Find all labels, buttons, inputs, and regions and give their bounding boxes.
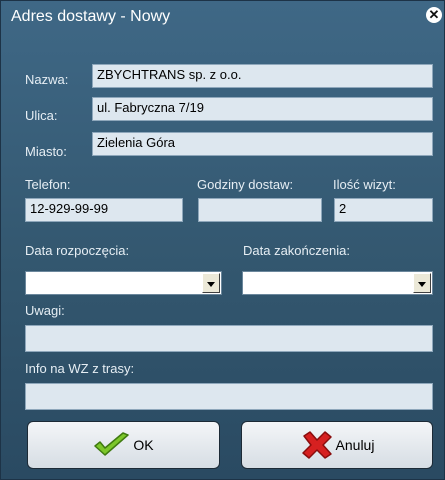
data-zakonczenia-select[interactable]	[242, 271, 433, 295]
chevron-down-icon[interactable]	[202, 273, 220, 293]
data-rozpoczecia-select[interactable]	[25, 271, 222, 295]
ulica-field[interactable]: ul. Fabryczna 7/19	[92, 97, 433, 121]
info-wz-label: Info na WZ z trasy:	[25, 361, 135, 376]
godziny-label: Godziny dostaw:	[197, 177, 294, 192]
miasto-label: Miasto:	[25, 144, 67, 159]
checkmark-icon	[94, 432, 130, 456]
close-icon[interactable]: ✕	[426, 7, 442, 23]
nazwa-field[interactable]: ZBYCHTRANS sp. z o.o.	[92, 64, 433, 88]
uwagi-label: Uwagi:	[25, 303, 65, 318]
data-rozpoczecia-label: Data rozpoczęcia:	[25, 243, 130, 258]
data-zakonczenia-label: Data zakończenia:	[243, 243, 350, 258]
cancel-button[interactable]: Anuluj	[241, 421, 433, 469]
uwagi-field[interactable]	[25, 325, 433, 352]
chevron-down-icon[interactable]	[413, 273, 431, 293]
info-wz-field[interactable]	[25, 383, 433, 410]
ilosc-label: Ilość wizyt:	[333, 177, 396, 192]
telefon-field[interactable]: 12-929-99-99	[25, 198, 183, 222]
red-x-icon	[301, 431, 332, 459]
title-bar[interactable]: Adres dostawy - Nowy ✕	[1, 1, 445, 37]
window-title: Adres dostawy - Nowy	[11, 8, 171, 25]
cancel-label: Anuluj	[335, 437, 375, 453]
miasto-field[interactable]: Zielenia Góra	[92, 132, 433, 156]
dialog-window: Adres dostawy - Nowy ✕ Nazwa: ZBYCHTRANS…	[0, 0, 445, 480]
telefon-label: Telefon:	[25, 177, 71, 192]
ok-button[interactable]: OK	[27, 421, 220, 469]
nazwa-label: Nazwa:	[25, 72, 69, 87]
ulica-label: Ulica:	[25, 108, 58, 123]
godziny-field[interactable]	[198, 198, 322, 222]
ok-label: OK	[133, 437, 154, 453]
ilosc-field[interactable]: 2	[334, 198, 433, 222]
